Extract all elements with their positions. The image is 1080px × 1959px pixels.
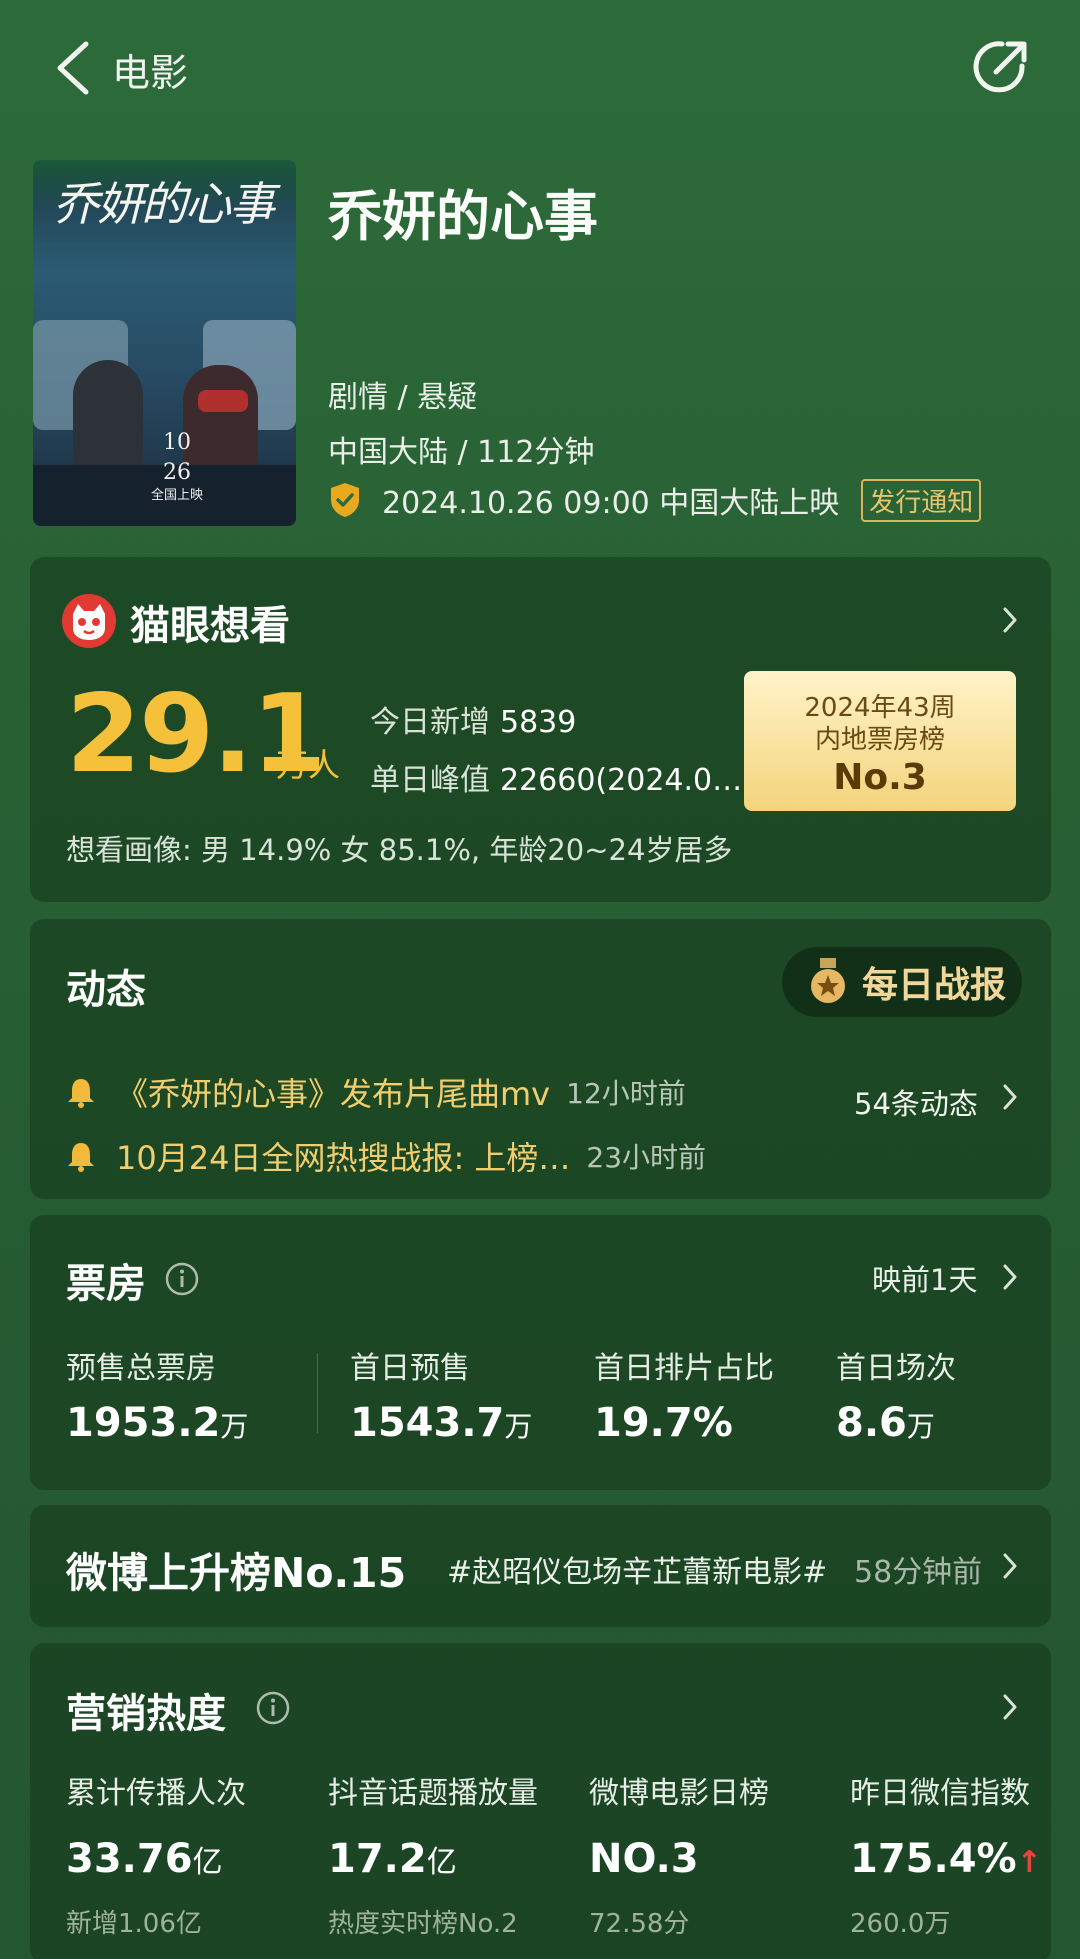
chevron-right-icon[interactable] xyxy=(1000,1081,1020,1113)
share-icon[interactable] xyxy=(970,36,1032,98)
marketing-heat-card[interactable]: 营销热度 累计传播人次 33.76亿 新增1.06亿 抖音话题播放量 17.2亿… xyxy=(30,1643,1051,1959)
movie-genre: 剧情 / 悬疑 xyxy=(328,380,478,415)
weibo-time: 58分钟前 xyxy=(854,1555,983,1590)
weibo-rank-title: 微博上升榜No.15 xyxy=(66,1549,407,1597)
first-day-share-label: 首日排片占比 xyxy=(594,1351,774,1386)
douyin-plays-sub: 热度实时榜No.2 xyxy=(328,1909,518,1939)
douyin-plays-value: 17.2亿 xyxy=(328,1836,457,1882)
dynamics-count-link[interactable]: 54条动态 xyxy=(854,1081,978,1123)
wechat-index-sub: 260.0万 xyxy=(850,1909,951,1939)
bell-icon xyxy=(68,1079,94,1108)
maoyan-cat-icon xyxy=(62,594,116,648)
news-item[interactable]: 10月24日全网热搜战报: 上榜… 23小时前 xyxy=(66,1131,706,1181)
today-new-value: 5839 xyxy=(500,705,577,740)
release-date-text: 2024.10.26 09:00 中国大陆上映 xyxy=(382,486,840,521)
movie-poster[interactable]: 乔妍的心事 10 26 全国上映 xyxy=(33,160,296,526)
today-new-stat: 今日新增 5839 xyxy=(370,705,577,740)
chevron-right-icon[interactable] xyxy=(1000,1691,1020,1723)
dynamics-card[interactable]: 动态 每日战报 《乔妍的心事》发布片尾曲mv 12小时前 10月24日全网热搜战… xyxy=(30,919,1051,1199)
chevron-right-icon[interactable] xyxy=(1000,1550,1020,1582)
shield-icon xyxy=(331,483,359,517)
weibo-daily-rank-label: 微博电影日榜 xyxy=(589,1776,769,1811)
presale-total-value: 1953.2万 xyxy=(66,1400,249,1446)
news-title: 《乔妍的心事》发布片尾曲mv xyxy=(116,1075,551,1113)
chevron-right-icon[interactable] xyxy=(1000,604,1020,636)
pre-release-label: 映前1天 xyxy=(872,1263,978,1297)
daily-report-button[interactable]: 每日战报 xyxy=(782,947,1022,1017)
chevron-right-icon[interactable] xyxy=(1000,1261,1020,1293)
poster-title: 乔妍的心事 xyxy=(53,177,275,231)
daily-report-label: 每日战报 xyxy=(862,965,1007,1006)
poster-date: 10 26 全国上映 xyxy=(151,430,204,503)
nav-title: 电影 xyxy=(112,51,189,95)
column-divider xyxy=(317,1353,318,1433)
box-office-card[interactable]: 票房 映前1天 预售总票房 1953.2万 首日预售 1543.7万 首日排片占… xyxy=(30,1215,1051,1490)
want-count-unit: 万人 xyxy=(276,746,341,784)
news-title: 10月24日全网热搜战报: 上榜… xyxy=(116,1139,571,1177)
medal-icon xyxy=(811,958,845,1003)
movie-region-duration: 中国大陆 / 112分钟 xyxy=(328,435,595,470)
wechat-index-value: 175.4%↑ xyxy=(850,1836,1042,1882)
peak-value: 22660(2024.0… xyxy=(500,763,743,798)
movie-title: 乔妍的心事 xyxy=(328,185,598,248)
weibo-rising-card[interactable]: 微博上升榜No.15 #赵昭仪包场辛芷蕾新电影# 58分钟前 xyxy=(30,1505,1051,1627)
maoyan-want-card[interactable]: 猫眼想看 29.1 万人 今日新增 5839 单日峰值 22660(2024.0… … xyxy=(30,557,1051,902)
presale-total-label: 预售总票房 xyxy=(66,1351,216,1386)
weibo-topic-tag: #赵昭仪包场辛芷蕾新电影# xyxy=(447,1555,828,1590)
audience-profile: 想看画像: 男 14.9% 女 85.1%, 年龄20~24岁居多 xyxy=(66,833,733,867)
first-day-share-value: 19.7% xyxy=(594,1400,733,1446)
release-row: 2024.10.26 09:00 中国大陆上映 发行通知 xyxy=(328,478,982,522)
marketing-heat-title: 营销热度 xyxy=(66,1691,226,1737)
first-day-presale-label: 首日预售 xyxy=(350,1351,470,1386)
poster-scarf xyxy=(198,390,248,412)
rank-number: No.3 xyxy=(833,757,927,798)
news-item[interactable]: 《乔妍的心事》发布片尾曲mv 12小时前 xyxy=(66,1067,686,1117)
maoyan-want-title: 猫眼想看 xyxy=(130,603,290,649)
douyin-plays-label: 抖音话题播放量 xyxy=(328,1776,538,1811)
info-icon[interactable] xyxy=(256,1691,290,1725)
cumulative-reach-sub: 新增1.06亿 xyxy=(66,1909,202,1939)
dynamics-title: 动态 xyxy=(66,967,146,1013)
news-time: 23小时前 xyxy=(586,1141,707,1174)
weibo-daily-rank-sub: 72.58分 xyxy=(589,1909,690,1939)
bell-icon xyxy=(68,1143,94,1172)
first-day-presale-value: 1543.7万 xyxy=(350,1400,533,1446)
weekly-rank-badge[interactable]: 2024年43周 内地票房榜 No.3 xyxy=(744,671,1016,811)
weibo-daily-rank-value: NO.3 xyxy=(589,1836,699,1882)
cumulative-reach-value: 33.76亿 xyxy=(66,1836,223,1882)
top-nav-bar: 电影 xyxy=(0,0,1080,140)
info-icon[interactable] xyxy=(165,1262,199,1296)
first-day-screenings-label: 首日场次 xyxy=(836,1351,956,1386)
up-arrow-icon: ↑ xyxy=(1016,1845,1042,1880)
first-day-screenings-value: 8.6万 xyxy=(836,1400,935,1446)
cumulative-reach-label: 累计传播人次 xyxy=(66,1776,246,1811)
wechat-index-label: 昨日微信指数 xyxy=(850,1776,1030,1811)
peak-stat: 单日峰值 22660(2024.0… xyxy=(370,763,743,798)
news-time: 12小时前 xyxy=(566,1077,686,1110)
back-arrow-icon[interactable] xyxy=(52,38,96,98)
box-office-title: 票房 xyxy=(66,1261,146,1307)
release-notice-badge[interactable]: 发行通知 xyxy=(861,478,982,522)
